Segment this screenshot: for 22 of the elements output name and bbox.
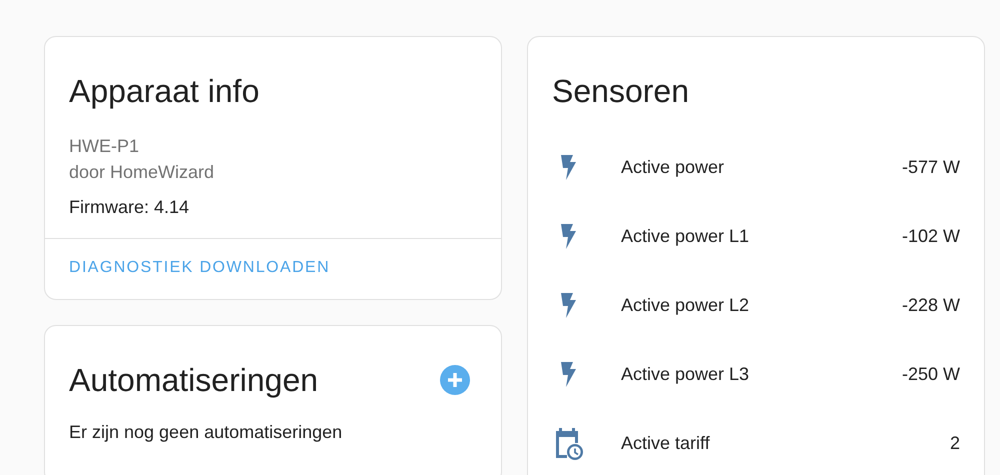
sensor-value: -250 W — [902, 364, 960, 385]
card-title: Apparaat info — [68, 72, 260, 111]
lightning-icon — [561, 293, 576, 318]
sensor-name[interactable]: Active power L3 — [621, 364, 902, 385]
card-title: Sensoren — [551, 72, 690, 111]
empty-message: Er zijn nog geen automatiseringen — [68, 421, 344, 444]
sensor-value: -228 W — [902, 295, 960, 316]
sensor-name[interactable]: Active power — [621, 157, 902, 178]
lightning-icon — [561, 155, 576, 180]
sensor-value: -102 W — [902, 226, 960, 247]
lightning-icon — [561, 224, 576, 249]
add-icon[interactable] — [439, 364, 471, 396]
card-title: Automatiseringen — [68, 361, 320, 400]
manufacturer-text: door HomeWizard — [69, 161, 216, 184]
lightning-icon — [561, 362, 576, 387]
device-model: HWE-P1 — [69, 135, 140, 158]
sensor-value: -577 W — [902, 157, 960, 178]
sensor-name[interactable]: Active power L2 — [621, 295, 902, 316]
firmware-text: Firmware: 4.14 — [69, 197, 190, 218]
sensor-name[interactable]: Active power L1 — [621, 226, 902, 247]
sensor-name[interactable]: Active tariff — [621, 433, 950, 454]
sensor-value: 2 — [950, 433, 960, 454]
